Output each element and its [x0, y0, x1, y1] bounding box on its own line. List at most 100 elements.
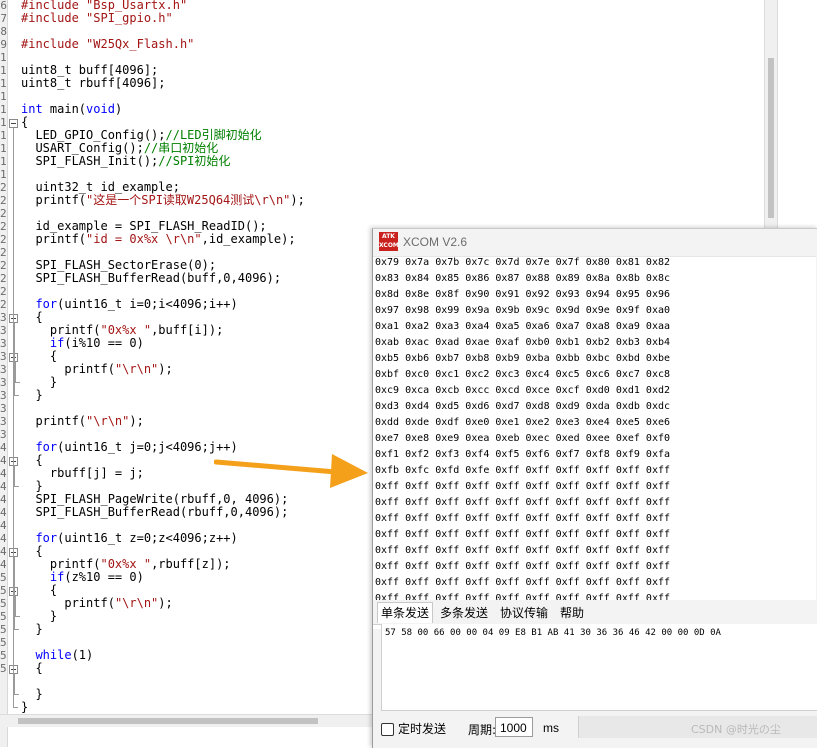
receive-line: 0x8d 0x8e 0x8f 0x90 0x91 0x92 0x93 0x94 … [375, 289, 671, 300]
fold-end-marker [15, 382, 20, 383]
code-token: (i%10 == 0) [64, 336, 144, 350]
line-number: 6 [0, 0, 7, 12]
code-token: main( [42, 102, 87, 116]
receive-line: 0x83 0x84 0x85 0x86 0x87 0x88 0x89 0x8a … [375, 273, 671, 284]
line-number: 29 [0, 298, 7, 311]
send-input-area[interactable]: 57 58 00 66 00 00 04 09 E8 B1 AB 41 30 3… [381, 624, 817, 711]
line-number: 15 [0, 116, 7, 129]
editor-splitter [777, 0, 778, 230]
receive-area[interactable]: 0x79 0x7a 0x7b 0x7c 0x7d 0x7e 0x7f 0x80 … [373, 256, 816, 629]
string-token: "0x%x " [100, 323, 152, 337]
line-number-gutter: 6789101112131415161718192021222324252627… [0, 0, 7, 747]
string-token: #include "SPI_gpio.h" [21, 11, 173, 25]
code-line[interactable]: } [21, 389, 42, 402]
receive-line: 0xbf 0xc0 0xc1 0xc2 0xc3 0xc4 0xc5 0xc6 … [375, 369, 671, 380]
code-token: SPI_FLASH_SectorErase(0); [35, 258, 217, 272]
tab-help[interactable]: 帮助 [557, 603, 587, 623]
code-line[interactable]: printf("id = 0x%x \r\n",id_example); [21, 232, 295, 246]
code-line[interactable]: for(uint16_t i=0;i<4096;i++) [21, 297, 237, 311]
fold-end-marker [15, 616, 20, 617]
window-title: XCOM V2.6 [403, 235, 468, 249]
line-number: 57 [0, 662, 7, 675]
keyword-token: for [35, 531, 58, 545]
code-token: ,rbuff[z]); [151, 557, 231, 571]
line-number: 19 [0, 168, 7, 181]
comment-token: //LED引脚初始化 [165, 128, 262, 142]
fold-toggle[interactable] [9, 119, 18, 128]
xcom-logo-text: ATK XCOM [379, 233, 399, 249]
line-number [0, 688, 7, 701]
editor-horizontal-scrollbar[interactable] [0, 714, 372, 727]
editor-horizontal-scroll-thumb[interactable] [18, 718, 318, 724]
code-token: printf( [49, 323, 101, 337]
keyword-token: for [35, 297, 58, 311]
line-number: 28 [0, 285, 7, 298]
code-token: USART_Config(); [35, 141, 144, 155]
code-token: (z%10 == 0) [64, 570, 144, 584]
line-number: 16 [0, 129, 7, 142]
line-number: 30 [0, 311, 7, 324]
code-token: { [49, 583, 58, 597]
code-token: LED_GPIO_Config(); [35, 128, 166, 142]
string-token: "\r\n" [86, 414, 130, 428]
code-line[interactable]: { [21, 661, 43, 675]
code-line[interactable]: printf("这是一个SPI读取W25Q64测试\r\n"); [21, 194, 304, 207]
fold-guide [14, 674, 15, 695]
fold-end-marker [14, 629, 19, 630]
code-line[interactable]: SPI_FLASH_Init();//SPI初始化 [21, 155, 230, 168]
xcom-title-bar[interactable]: ATK XCOM XCOM V2.6 [373, 229, 817, 256]
send-text[interactable]: 57 58 00 66 00 00 04 09 E8 B1 AB 41 30 3… [385, 628, 721, 638]
line-number: 36 [0, 389, 7, 402]
string-token: "id = 0x%x \r\n" [86, 232, 202, 246]
orange-arrow-annotation [214, 454, 368, 488]
line-number: 44 [0, 493, 7, 506]
code-token: printf( [64, 596, 115, 610]
line-number: 52 [0, 597, 7, 610]
code-line[interactable]: uint8_t rbuff[4096]; [21, 77, 166, 90]
code-line[interactable]: SPI_FLASH_BufferRead(buff,0,4096); [21, 272, 281, 285]
code-token: printf( [49, 557, 101, 571]
tab-single-send[interactable]: 单条发送 [377, 602, 434, 623]
string-token: "\r\n" [114, 362, 159, 376]
period-input[interactable]: 1000 [495, 717, 533, 737]
keyword-token: void [86, 102, 115, 116]
receive-line: 0xc9 0xca 0xcb 0xcc 0xcd 0xce 0xcf 0xd0 … [375, 385, 671, 396]
code-line[interactable]: for(uint16_t z=0;z<4096;z++) [21, 531, 237, 545]
line-number: 26 [0, 259, 7, 272]
code-token: printf( [35, 414, 87, 428]
code-token: ); [158, 362, 173, 376]
code-token: } [49, 609, 58, 623]
receive-line: 0xab 0xac 0xad 0xae 0xaf 0xb0 0xb1 0xb2 … [375, 337, 671, 348]
tab-protocol[interactable]: 协议传输 [497, 603, 551, 623]
string-token: "0x%x " [100, 557, 152, 571]
timer-send-label[interactable]: 定时发送 [398, 720, 446, 737]
fold-margin [7, 0, 20, 747]
code-token: { [49, 349, 58, 363]
code-token: { [35, 661, 43, 675]
code-token: (uint16_t j=0;j<4096;j++) [57, 440, 238, 454]
receive-line: 0xff 0xff 0xff 0xff 0xff 0xff 0xff 0xff … [375, 577, 671, 588]
keyword-token: int [21, 102, 43, 116]
code-line[interactable]: for(uint16_t j=0;j<4096;j++) [21, 440, 238, 454]
line-number: 27 [0, 272, 7, 285]
line-number: 9 [0, 38, 7, 51]
line-number: 10 [0, 51, 7, 64]
code-line[interactable]: #include "SPI_gpio.h" [21, 12, 173, 25]
code-token: printf( [35, 232, 87, 246]
code-line[interactable]: printf("\r\n"); [21, 414, 144, 428]
line-number: 45 [0, 506, 7, 519]
code-line[interactable]: SPI_FLASH_BufferRead(rbuff,0,4096); [21, 506, 288, 519]
code-line[interactable]: } [21, 623, 42, 636]
code-line[interactable]: } [21, 701, 28, 714]
code-token: ,buff[i]); [151, 323, 224, 337]
code-token: ); [129, 414, 144, 428]
code-line[interactable]: int main(void) [21, 103, 122, 116]
line-number: 42 [0, 467, 7, 480]
line-number: 51 [0, 584, 7, 597]
line-number [0, 675, 7, 688]
code-line[interactable]: #include "W25Qx_Flash.h" [21, 38, 194, 51]
timer-send-checkbox[interactable] [381, 723, 394, 736]
editor-vertical-scroll-thumb[interactable] [768, 58, 774, 218]
tab-multi-send[interactable]: 多条发送 [437, 603, 491, 623]
line-number: 8 [0, 25, 7, 38]
